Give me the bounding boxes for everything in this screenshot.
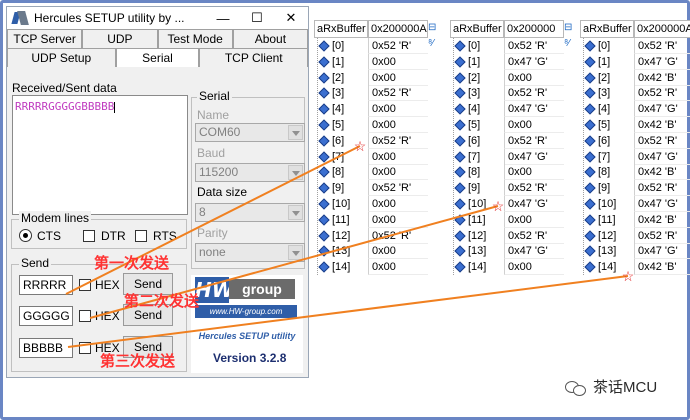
star-icon: ☆ xyxy=(354,138,367,154)
annotation-third-send: 第三次发送 xyxy=(100,352,176,370)
watermark-text: 茶话MCU xyxy=(593,379,658,396)
star-icon: ☆ xyxy=(622,268,635,284)
wechat-icon xyxy=(565,379,587,396)
arrow-line-3 xyxy=(67,275,629,348)
annotation-second-send: 第二次发送 xyxy=(124,292,200,310)
annotation-first-send: 第一次发送 xyxy=(94,254,170,272)
watermark: 茶话MCU xyxy=(565,376,657,397)
star-icon: ☆ xyxy=(492,198,505,214)
